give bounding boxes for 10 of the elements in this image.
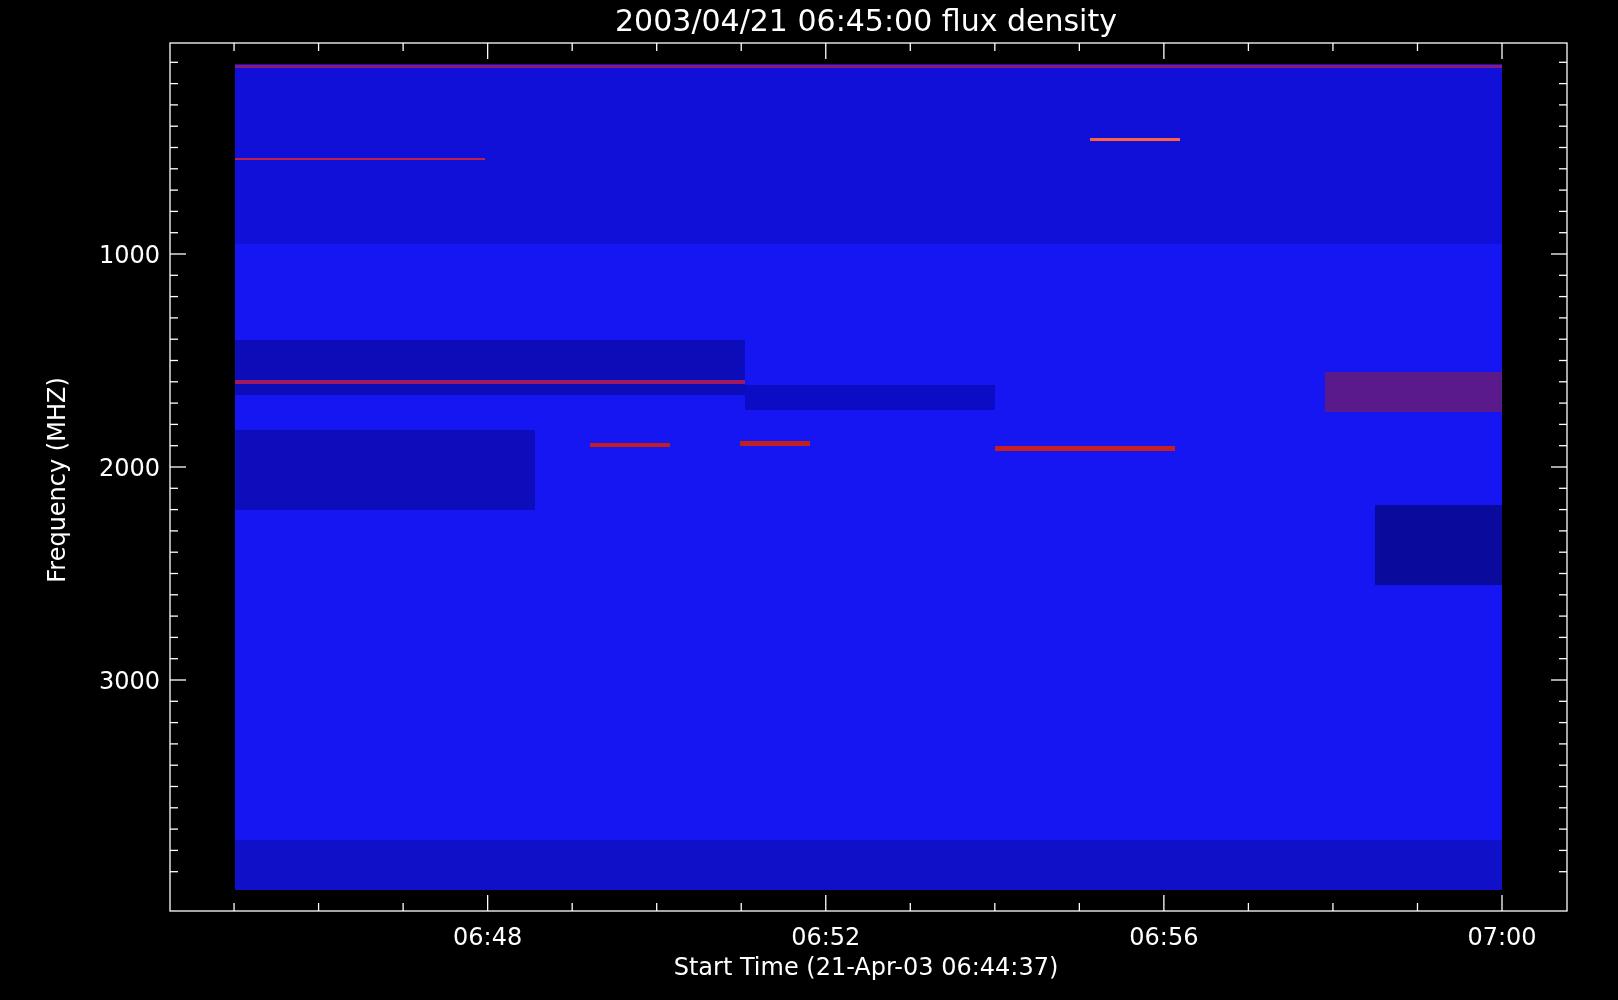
chart-title: 2003/04/21 06:45:00 flux density xyxy=(615,3,1117,38)
tick-label: 06:52 xyxy=(791,923,861,951)
tick-label: 06:48 xyxy=(453,923,523,951)
tick-label: 06:56 xyxy=(1129,923,1199,951)
axis-label: Start Time (21-Apr-03 06:44:37) xyxy=(673,953,1059,981)
tick-label: 07:00 xyxy=(1467,923,1537,951)
tick-label: 3000 xyxy=(98,667,160,695)
axis-label: Frequency (MHZ) xyxy=(43,377,71,583)
tick-label: 2000 xyxy=(98,454,160,482)
tick-label: 1000 xyxy=(98,241,160,269)
